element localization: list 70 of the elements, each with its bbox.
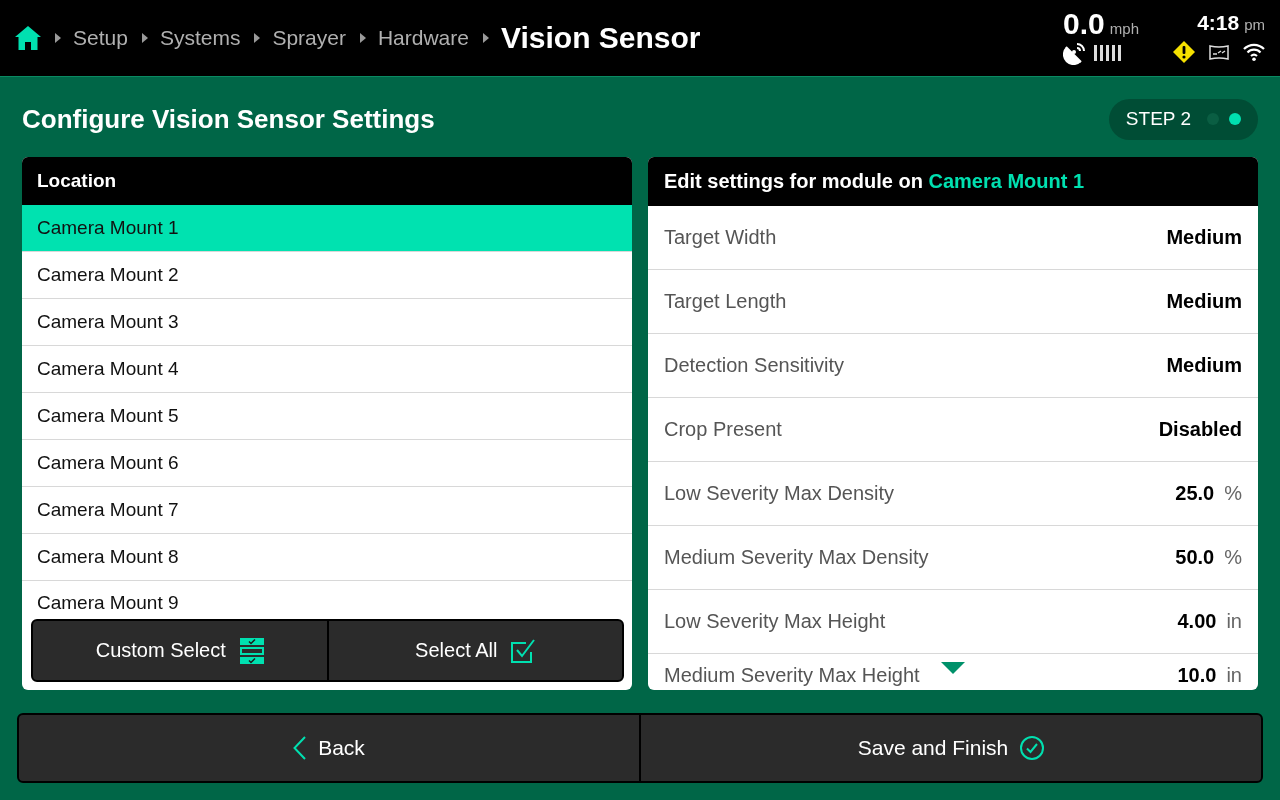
panel-heading: Location	[22, 157, 632, 205]
breadcrumb-link[interactable]: Setup	[73, 26, 128, 50]
location-list-item[interactable]: Camera Mount 7	[22, 487, 632, 534]
unit-label: %	[1224, 546, 1242, 569]
location-list-item[interactable]: Camera Mount 5	[22, 393, 632, 440]
chevron-left-icon	[293, 736, 307, 760]
home-icon[interactable]	[15, 26, 41, 50]
location-list-item[interactable]: Camera Mount 2	[22, 252, 632, 299]
setting-label: Low Severity Max Height	[664, 610, 886, 633]
display-icon[interactable]	[1209, 44, 1229, 60]
speed-unit: mph	[1109, 20, 1139, 37]
wifi-icon[interactable]	[1243, 43, 1265, 61]
location-list-item[interactable]: Camera Mount 1	[22, 205, 632, 252]
setting-row[interactable]: Detection Sensitivity Medium	[648, 334, 1258, 398]
caret-icon	[483, 33, 489, 43]
step-label: STEP 2	[1125, 108, 1191, 130]
caret-icon	[359, 33, 366, 43]
setting-row[interactable]: Medium Severity Max Height 10.0 in	[648, 654, 1258, 690]
select-all-button[interactable]: Select All	[327, 619, 624, 682]
save-and-finish-button[interactable]: Save and Finish	[640, 713, 1263, 783]
unit-label: %	[1224, 482, 1242, 505]
setting-label: Target Width	[664, 226, 777, 249]
breadcrumb-link[interactable]: Sprayer	[272, 26, 346, 50]
location-list-item[interactable]: Camera Mount 9	[22, 581, 632, 619]
checklist-icon	[239, 637, 264, 664]
caret-icon	[254, 33, 261, 43]
setting-row[interactable]: Target Length Medium	[648, 270, 1258, 334]
speed-value: 0.0	[1063, 7, 1105, 41]
clock-period: pm	[1244, 16, 1265, 33]
location-list-item[interactable]: Camera Mount 8	[22, 534, 632, 581]
warning-icon[interactable]	[1173, 41, 1195, 63]
setting-row[interactable]: Medium Severity Max Density 50.0 %	[648, 526, 1258, 590]
setting-value: Medium	[1166, 226, 1242, 249]
checkbox-icon	[511, 638, 536, 663]
signal-bars-icon	[1094, 45, 1122, 61]
back-button[interactable]: Back	[17, 713, 640, 783]
scroll-down-icon[interactable]	[941, 662, 965, 674]
setting-value: Medium	[1166, 290, 1242, 313]
check-circle-icon	[1020, 736, 1045, 760]
screen-title: Vision Sensor	[501, 21, 701, 55]
setting-row[interactable]: Low Severity Max Height 4.00 in	[648, 590, 1258, 654]
panel-heading: Edit settings for module on Camera Mount 1	[648, 157, 1258, 206]
location-list-item[interactable]: Camera Mount 6	[22, 440, 632, 487]
page-title: Configure Vision Sensor Settings	[22, 103, 435, 135]
unit-label: in	[1226, 663, 1242, 687]
setting-label: Detection Sensitivity	[664, 354, 845, 377]
setting-value: 50.0	[1175, 546, 1215, 569]
setting-label: Medium Severity Max Density	[664, 546, 929, 569]
setting-label: Medium Severity Max Height	[664, 663, 920, 687]
satellite-dish-icon[interactable]	[1063, 41, 1088, 65]
unit-label: in	[1226, 610, 1242, 633]
breadcrumb-link[interactable]: Hardware	[377, 26, 469, 50]
caret-icon	[141, 33, 148, 43]
setting-value: 4.00	[1177, 610, 1217, 633]
setting-label: Low Severity Max Density	[664, 482, 895, 505]
setting-row[interactable]: Target Width Medium	[648, 206, 1258, 270]
setting-label: Target Length	[664, 290, 787, 313]
clock-time: 4:18	[1197, 11, 1240, 35]
setting-row[interactable]: Low Severity Max Density 25.0 %	[648, 462, 1258, 526]
breadcrumb-link[interactable]: Systems	[159, 26, 241, 50]
caret-icon	[55, 33, 61, 43]
setting-value: Medium	[1166, 354, 1242, 377]
location-list-item[interactable]: Camera Mount 3	[22, 299, 632, 346]
location-list-item[interactable]: Camera Mount 4	[22, 346, 632, 393]
setting-value: 10.0	[1177, 663, 1217, 687]
setting-value: 25.0	[1175, 482, 1215, 505]
setting-row[interactable]: Crop Present Disabled	[648, 398, 1258, 462]
custom-select-button[interactable]: Custom Select	[31, 619, 328, 682]
setting-value: Disabled	[1158, 418, 1242, 441]
setting-label: Crop Present	[664, 418, 782, 441]
